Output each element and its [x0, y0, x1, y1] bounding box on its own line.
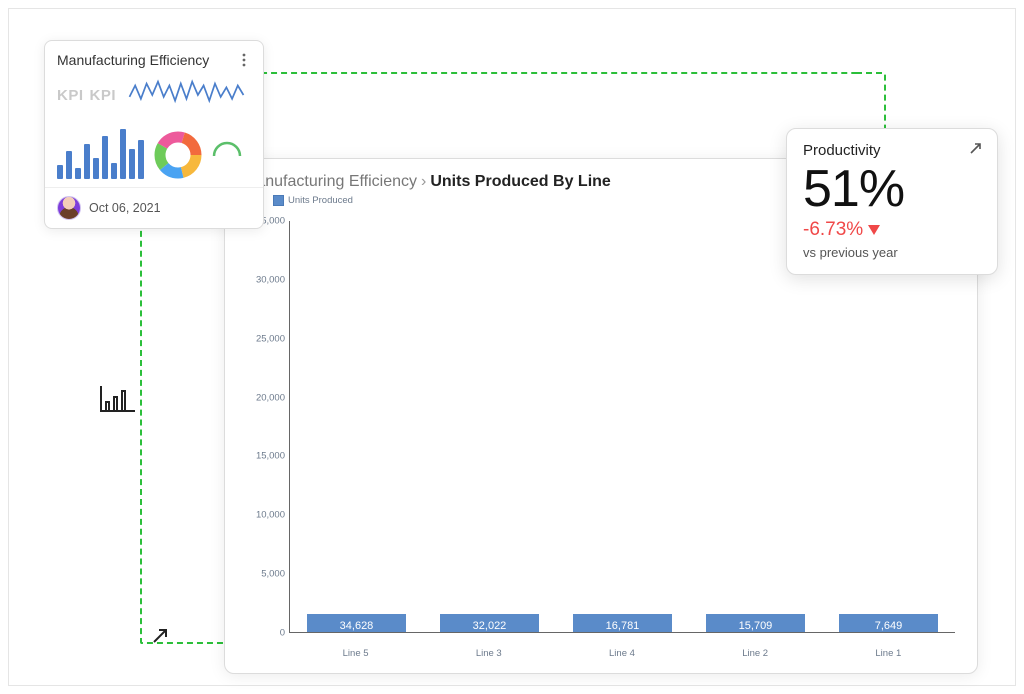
bar-value-label: 32,022: [440, 614, 538, 632]
y-axis: 05,00010,00015,00020,00025,00030,00035,0…: [245, 221, 285, 633]
bar[interactable]: 32,022: [430, 614, 550, 632]
breadcrumb-leaf: Units Produced By Line: [430, 173, 610, 190]
x-axis-labels: Line 5 Line 3 Line 4 Line 2 Line 1: [289, 648, 955, 659]
legend-label: Units Produced: [288, 195, 353, 206]
kpi-title: Productivity: [803, 142, 881, 159]
avatar: [57, 196, 81, 220]
dashboard-card[interactable]: Manufacturing Efficiency KPI KPI: [44, 40, 264, 229]
x-tick-label: Line 3: [476, 648, 502, 659]
y-tick-label: 30,000: [245, 274, 285, 285]
bar[interactable]: 7,649: [829, 614, 949, 632]
down-triangle-icon: [867, 224, 881, 236]
arrow-out-icon: [150, 626, 170, 651]
x-tick-label: Line 1: [875, 648, 901, 659]
kpi-thumbnail: KPI: [90, 87, 117, 104]
bar-value-label: 7,649: [839, 614, 937, 632]
y-tick-label: 15,000: [245, 451, 285, 462]
sparkline-thumbnail: [122, 76, 251, 114]
x-tick-label: Line 5: [343, 648, 369, 659]
y-tick-label: 10,000: [245, 510, 285, 521]
donut-thumbnail: [154, 131, 202, 179]
gauge-thumbnail: [212, 139, 242, 159]
kpi-thumbnail: KPI: [57, 87, 84, 104]
bar-value-label: 34,628: [307, 614, 405, 632]
chart-plot-area: 05,00010,00015,00020,00025,00030,00035,0…: [289, 221, 955, 633]
bars-container: 34,628 32,022 16,781 15,709 7,649: [289, 221, 955, 633]
bar[interactable]: 16,781: [563, 614, 683, 632]
x-tick-label: Line 2: [742, 648, 768, 659]
kpi-delta: -6.73%: [803, 217, 983, 241]
bar-value-label: 16,781: [573, 614, 671, 632]
dashboard-date: Oct 06, 2021: [89, 201, 161, 215]
dashed-connector: [854, 72, 886, 134]
kebab-menu-icon[interactable]: [235, 51, 253, 69]
expand-icon[interactable]: [968, 141, 983, 160]
dashboard-title: Manufacturing Efficiency: [57, 52, 209, 68]
y-tick-label: 20,000: [245, 392, 285, 403]
barchart-icon: [100, 386, 135, 412]
y-tick-label: 5,000: [245, 569, 285, 580]
breadcrumb-root[interactable]: Manufacturing Efficiency: [243, 173, 417, 190]
bar[interactable]: 15,709: [696, 614, 816, 632]
kpi-value: 51%: [803, 160, 983, 217]
legend-swatch: [273, 195, 284, 206]
productivity-kpi-card[interactable]: Productivity 51% -6.73% vs previous year: [786, 128, 998, 275]
dashboard-thumbnails: KPI KPI: [45, 73, 263, 187]
barchart-thumbnail: [57, 125, 144, 179]
bar[interactable]: 34,628: [297, 614, 417, 632]
y-tick-label: 25,000: [245, 333, 285, 344]
x-tick-label: Line 4: [609, 648, 635, 659]
bar-value-label: 15,709: [706, 614, 804, 632]
y-tick-label: 0: [245, 628, 285, 639]
kpi-subtext: vs previous year: [803, 241, 983, 260]
